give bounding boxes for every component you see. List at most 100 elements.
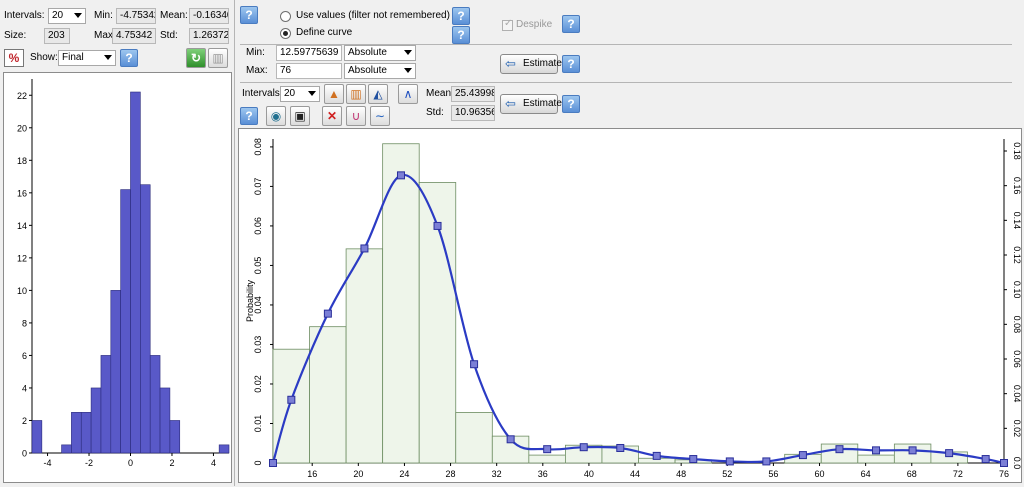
show-label: Show: (30, 52, 58, 63)
intervals-select[interactable]: 20 (48, 8, 86, 24)
curve-intervals-select[interactable]: 20 (280, 86, 320, 102)
histogram-bar (140, 184, 151, 454)
curve-point (616, 443, 625, 452)
curve-point (872, 446, 881, 455)
histogram-triangle-icon[interactable]: ◭ (368, 84, 388, 104)
x-tick-label: 0 (128, 458, 133, 468)
histogram-bars-icon[interactable]: ▥ (346, 84, 366, 104)
y2-tick-label: 0.12 (1012, 246, 1022, 264)
y-tick-label: 0.05 (253, 257, 263, 275)
percent-toggle-button[interactable]: % (4, 49, 24, 67)
x-tick-label: 60 (815, 469, 825, 479)
histogram-bar (857, 454, 895, 464)
histogram-bar (80, 412, 92, 454)
pane-divider[interactable] (234, 0, 235, 486)
use-values-radio[interactable] (280, 11, 291, 22)
chevron-down-icon (104, 55, 112, 60)
help-icon[interactable]: ? (240, 6, 258, 24)
refresh-icon[interactable]: ↻ (186, 48, 206, 68)
close-icon[interactable]: ✕ (322, 106, 342, 126)
help-icon[interactable]: ? (562, 55, 580, 73)
y-tick-label: 0.02 (253, 375, 263, 393)
despike-checkbox[interactable] (502, 18, 513, 31)
help-icon[interactable]: ? (452, 7, 470, 25)
y-tick-label: 0.01 (253, 415, 263, 433)
y2-tick-label: 0.06 (1012, 350, 1022, 368)
arrow-left-icon: ⇦ (505, 56, 516, 71)
eye-icon[interactable]: ◉ (266, 106, 286, 126)
help-icon[interactable]: ? (240, 107, 258, 125)
histogram-bar (61, 444, 72, 454)
x-tick-label: 16 (307, 469, 317, 479)
define-curve-radio[interactable] (280, 28, 291, 39)
curve-point (543, 445, 552, 454)
curve-point (360, 244, 369, 253)
curve-point (798, 451, 807, 460)
estimate-range-button[interactable]: ⇦ Estimate (500, 54, 562, 74)
curve-point (1000, 459, 1008, 467)
y-tick-label: 0.07 (253, 178, 263, 196)
x-tick-label: -2 (85, 458, 93, 468)
std-label: Std: (160, 30, 178, 41)
histogram-bar (130, 91, 141, 454)
size-value: 203 (44, 28, 70, 44)
std-value: 1.26372 (189, 28, 229, 44)
intervals-select-value: 20 (52, 10, 64, 21)
estimate-curve-button[interactable]: ⇦ Estimate (500, 94, 562, 114)
y-tick-label: 10 (17, 286, 27, 296)
y2-tick-label: 0.18 (1012, 142, 1022, 160)
curve-point (433, 221, 442, 230)
curve-point (470, 360, 479, 369)
y-tick-label: 0 (253, 460, 263, 465)
y2-tick-label: 0.08 (1012, 316, 1022, 334)
x-tick-label: 40 (584, 469, 594, 479)
x-tick-label: 4 (211, 458, 216, 468)
curve-point (835, 445, 844, 454)
size-label: Size: (4, 30, 27, 41)
help-icon[interactable]: ? (120, 49, 138, 67)
histogram-bar (71, 412, 82, 454)
curve-intervals-value: 20 (284, 88, 296, 99)
histogram-bar (169, 420, 181, 454)
x-tick-label: 72 (953, 469, 963, 479)
curve-shape-icon[interactable]: ∧ (398, 84, 418, 104)
histogram-area-icon[interactable]: ▲ (324, 84, 344, 104)
left-histogram-chart: 0 2 4 6 8 10 12 14 16 18 20 22 -4 -2 0 2 4 (17, 79, 230, 468)
y-tick-label: 18 (17, 156, 27, 166)
range-min-input[interactable]: 12.59775639 (276, 45, 342, 61)
curve-point (396, 171, 405, 180)
y2-tick-label: 0.04 (1012, 385, 1022, 403)
x-tick-label: 32 (492, 469, 502, 479)
y-axis-label: Probability (245, 279, 255, 322)
range-max-input[interactable]: 76 (276, 63, 342, 79)
show-select[interactable]: Final (58, 50, 116, 66)
magnet-icon[interactable]: ∪ (346, 106, 366, 126)
histogram-bar (159, 387, 171, 454)
y-tick-label: 2 (22, 416, 27, 426)
range-max-mode-select[interactable]: Absolute (344, 63, 416, 79)
histogram-disabled-icon: ▥ (208, 48, 228, 68)
left-histogram-panel: 0 2 4 6 8 10 12 14 16 18 20 22 -4 -2 0 2 4 (3, 72, 232, 483)
histogram-bar (218, 444, 230, 454)
curve-point (981, 455, 990, 464)
min-label: Min: (94, 10, 113, 21)
x-tick-label: 56 (768, 469, 778, 479)
histogram-bar (100, 355, 112, 454)
chevron-down-icon (404, 50, 412, 55)
intervals-label: Intervals: (4, 10, 45, 21)
range-max-mode-value: Absolute (348, 65, 387, 76)
y2-tick-label: 0.16 (1012, 177, 1022, 195)
curve-point (725, 457, 734, 466)
x-tick-label: 36 (538, 469, 548, 479)
help-icon[interactable]: ? (452, 26, 470, 44)
histogram-bar (309, 326, 347, 464)
x-tick-label: 28 (446, 469, 456, 479)
y-tick-label: 0.06 (253, 217, 263, 235)
camera-icon[interactable]: ▣ (290, 106, 310, 126)
smooth-curve-icon[interactable]: ∼ (370, 106, 390, 126)
help-icon[interactable]: ? (562, 15, 580, 33)
use-values-label: Use values (filter not remembered) (296, 10, 450, 21)
range-min-mode-select[interactable]: Absolute (344, 45, 416, 61)
help-icon[interactable]: ? (562, 95, 580, 113)
x-tick-label: 68 (907, 469, 917, 479)
